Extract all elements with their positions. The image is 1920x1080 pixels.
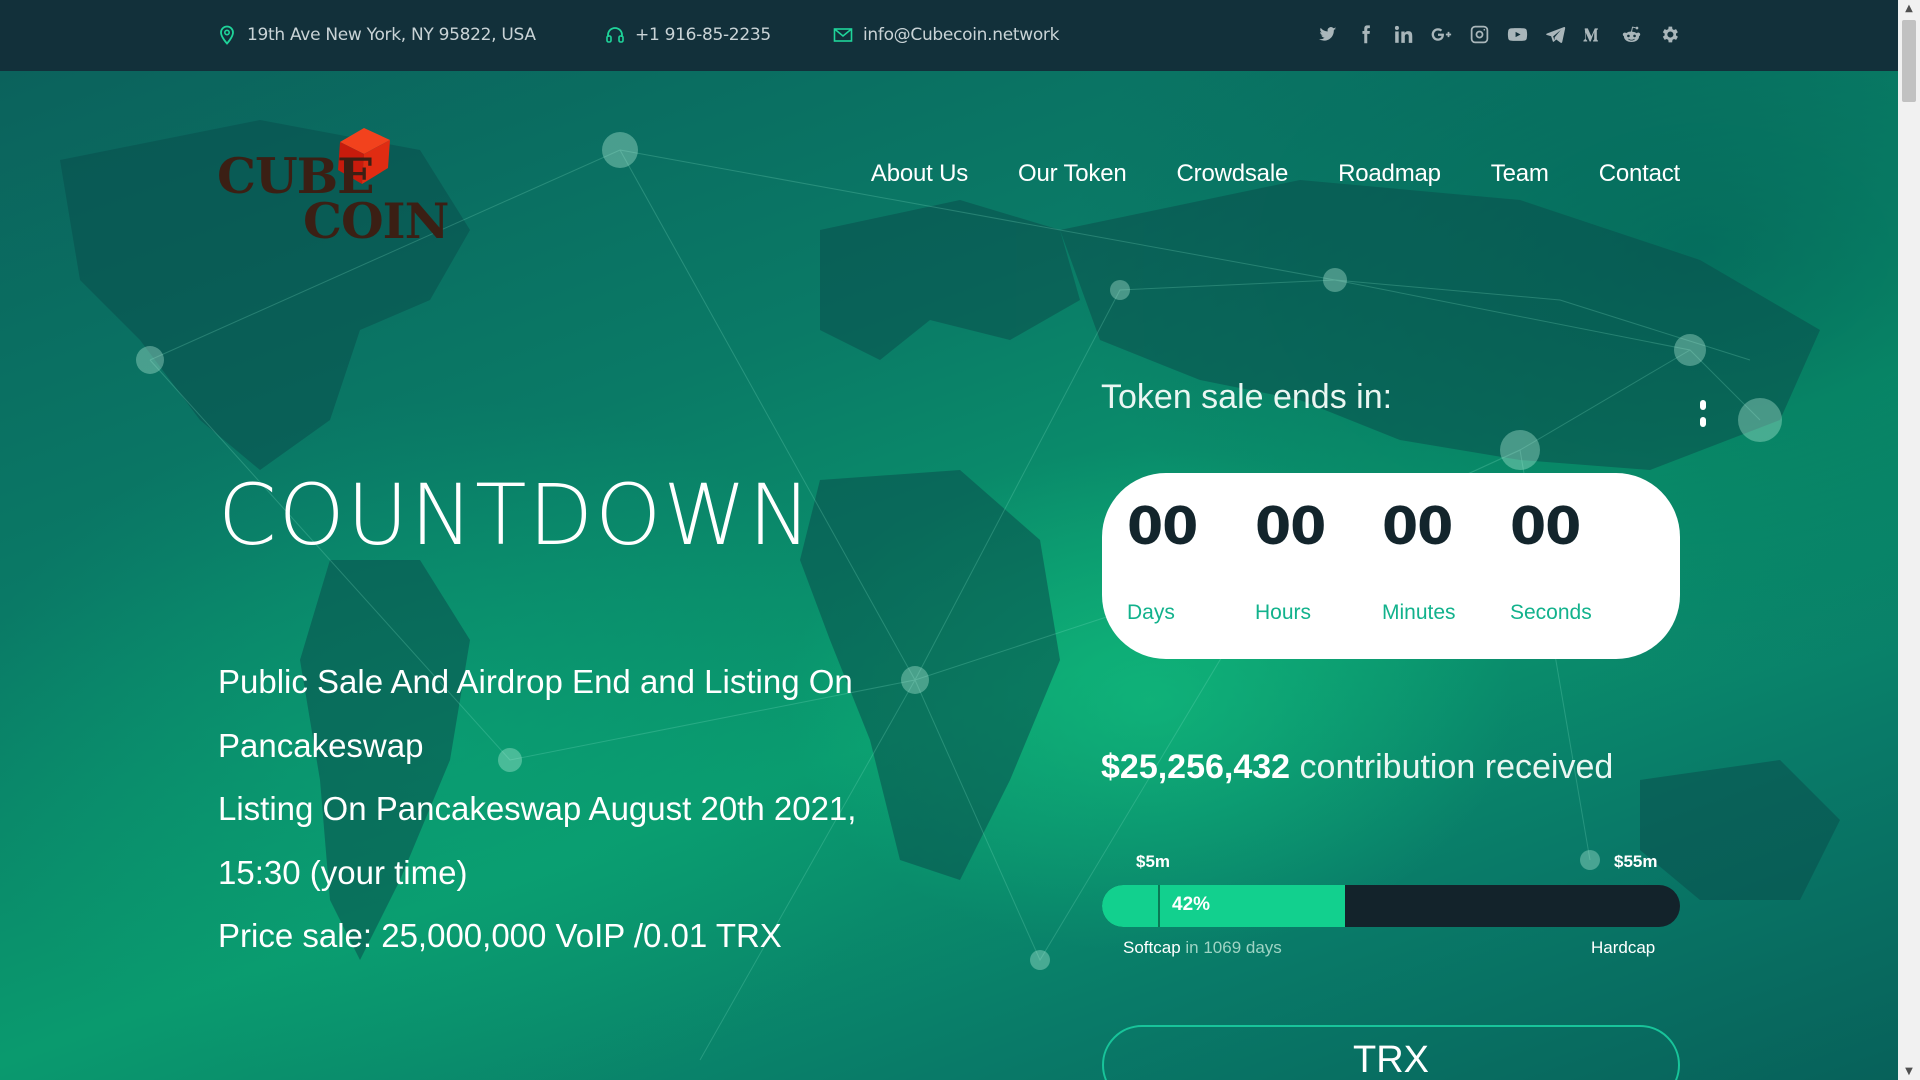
countdown-timer: 00 Days 00 Hours 00 Minutes 00 Seconds [1102,473,1680,659]
address-text: 19th Ave New York, NY 95822, USA [247,25,536,45]
contribution-summary: $25,256,432 contribution received [1101,748,1613,787]
top-bar: 19th Ave New York, NY 95822, USA +1 916-… [0,0,1898,71]
nav-crowdsale[interactable]: Crowdsale [1177,160,1289,188]
main-nav: About Us Our Token Crowdsale Roadmap Tea… [871,160,1680,188]
scrollbar-thumb[interactable] [1902,20,1916,102]
hero-line-sale: Public Sale And Airdrop End and Listing … [218,663,853,764]
phone-info[interactable]: +1 916-85-2235 [605,22,771,48]
nav-about-us[interactable]: About Us [871,160,968,188]
hero-description: Public Sale And Airdrop End and Listing … [218,650,918,968]
hero-line-listing: Listing On Pancakeswap August 20th 2021,… [218,790,857,891]
logo-text-coin: COIN [303,192,449,250]
trx-button[interactable]: TRX [1102,1025,1680,1080]
mail-icon [833,28,853,42]
medium-icon[interactable] [1582,22,1605,46]
countdown-hours-value: 00 [1255,497,1326,557]
countdown-minutes-label: Minutes [1382,601,1456,624]
page-scrollbar[interactable]: ▲ ▼ [1898,0,1920,1080]
email-text: info@Cubecoin.network [863,25,1060,45]
contribution-suffix: contribution received [1299,748,1614,786]
softcap-marker [1158,885,1160,927]
scroll-down-arrow-icon[interactable]: ▼ [1898,1063,1920,1080]
social-links [1316,22,1681,46]
countdown-days-value: 00 [1127,497,1198,557]
nav-our-token[interactable]: Our Token [1018,160,1127,188]
twitter-icon[interactable] [1316,22,1339,46]
phone-text: +1 916-85-2235 [635,25,771,45]
linkedin-icon[interactable] [1392,22,1415,46]
token-sale-label: Token sale ends in: [1101,378,1393,416]
progress-bar: 42% [1102,885,1680,927]
location-pin-icon [220,25,234,45]
hero-title: COUNTDOWN [218,466,814,564]
email-info[interactable]: info@Cubecoin.network [833,22,1059,48]
youtube-icon[interactable] [1506,22,1529,46]
telegram-icon[interactable] [1544,22,1567,46]
page: 19th Ave New York, NY 95822, USA +1 916-… [0,0,1898,1080]
softcap-value: $5m [1136,852,1171,871]
countdown-hours-label: Hours [1255,601,1312,624]
reddit-icon[interactable] [1620,22,1643,46]
countdown-seconds-label: Seconds [1510,601,1592,624]
countdown-seconds-value: 00 [1510,497,1581,557]
hardcap-label: Hardcap [1591,938,1656,957]
nav-roadmap[interactable]: Roadmap [1338,160,1441,188]
hero-line-price: Price sale: 25,000,000 VoIP /0.01 TRX [218,917,782,954]
softcap-label: Softcap [1123,938,1181,957]
address-info: 19th Ave New York, NY 95822, USA [217,22,536,48]
progress-percent: 42% [1172,894,1211,915]
settings-icon[interactable] [1658,22,1681,46]
headset-icon [606,27,624,43]
countdown-minutes-value: 00 [1382,497,1453,557]
facebook-icon[interactable] [1354,22,1377,46]
softcap-note: in 1069 days [1185,938,1282,957]
scroll-up-arrow-icon[interactable]: ▲ [1898,0,1920,17]
nav-team[interactable]: Team [1491,160,1549,188]
cubecoin-logo[interactable]: CUBE COIN [217,126,449,250]
instagram-icon[interactable] [1468,22,1491,46]
nav-contact[interactable]: Contact [1599,160,1681,188]
countdown-days-label: Days [1127,601,1175,624]
hardcap-value: $55m [1614,852,1658,871]
carousel-dots[interactable] [1700,400,1708,436]
contribution-amount: $25,256,432 [1101,748,1291,786]
google-plus-icon[interactable] [1430,22,1453,46]
softcap-caption: Softcap in 1069 days [1123,938,1282,958]
progress-fill [1102,885,1345,927]
